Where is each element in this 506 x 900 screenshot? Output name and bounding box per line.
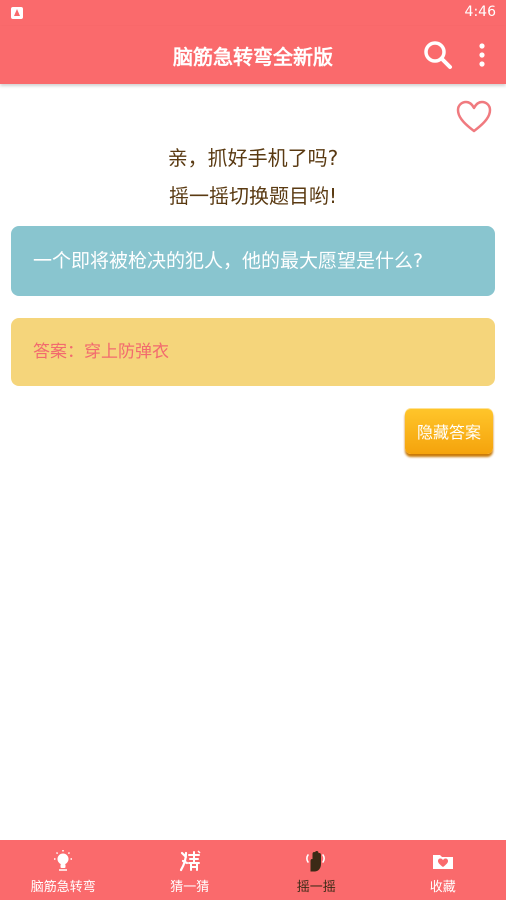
nav-item-favorites[interactable]: 收藏: [380, 840, 506, 900]
guess-char-icon: [179, 850, 201, 872]
hide-answer-button[interactable]: 隐藏答案: [405, 408, 493, 454]
heart-outline-icon[interactable]: [456, 100, 492, 134]
nav-label: 脑筋急转弯: [30, 880, 96, 895]
app-bar: 脑筋急转弯全新版: [0, 26, 506, 84]
prompt-line-1: 亲，抓好手机了吗?: [167, 146, 339, 170]
search-icon[interactable]: [422, 39, 454, 71]
shake-hand-icon: [306, 851, 326, 872]
nav-item-brain-teaser[interactable]: 脑筋急转弯: [0, 840, 127, 900]
heart-folder-icon: [432, 855, 453, 869]
bottom-nav: 脑筋急转弯 猜一猜 摇一摇 收藏: [0, 840, 506, 900]
nav-label: 摇一摇: [296, 880, 336, 895]
status-time: 4:46: [464, 4, 496, 20]
status-bar: 4:46: [0, 0, 506, 26]
app-notification-icon: [11, 7, 23, 19]
nav-label: 猜一猜: [170, 880, 210, 895]
lightbulb-icon: [54, 850, 73, 871]
question-card: 一个即将被枪决的犯人，他的最大愿望是什么?: [11, 226, 495, 296]
prompt-line-2: 摇一摇切换题目哟!: [168, 184, 338, 208]
nav-label: 收藏: [429, 880, 456, 895]
answer-card: 答案：穿上防弹衣: [11, 318, 495, 386]
nav-item-guess[interactable]: 猜一猜: [127, 840, 254, 900]
more-vert-icon[interactable]: [470, 39, 494, 71]
nav-item-shake[interactable]: 摇一摇: [253, 840, 380, 900]
